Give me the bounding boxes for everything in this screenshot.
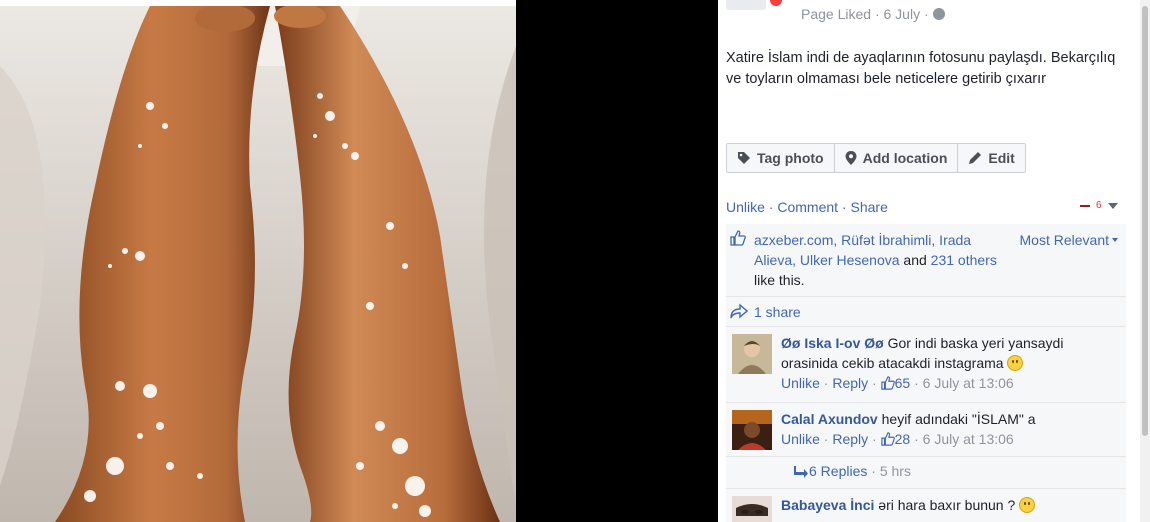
likes-and-text: and [899, 252, 931, 268]
replies-time: 5 hrs [879, 463, 911, 479]
reply-arrow-icon [794, 466, 808, 478]
pencil-icon [969, 152, 982, 164]
comment-unlike-link[interactable]: Unlike [781, 375, 820, 391]
scrollbar[interactable] [1140, 0, 1150, 522]
commenter-avatar[interactable] [732, 496, 772, 522]
add-location-label: Add location [862, 150, 948, 166]
replies-separator: · [867, 463, 880, 479]
thumbs-up-icon [880, 376, 895, 390]
separator: · [838, 199, 851, 215]
commenter-avatar[interactable] [732, 334, 772, 374]
comment-meta: Unlike · Reply · 28 · 6 July at 13:06 [781, 431, 1014, 447]
add-location-button[interactable]: Add location [835, 144, 959, 172]
comment-likes[interactable]: 65 [880, 375, 911, 391]
comment-likes-count: 65 [894, 375, 911, 391]
unlike-link[interactable]: Unlike [726, 199, 765, 215]
replies-count: 6 Replies [809, 463, 868, 479]
post-options-menu[interactable]: 6 [1080, 200, 1118, 211]
notif-count: 6 [1096, 200, 1102, 211]
thumbs-up-icon [730, 230, 746, 246]
comment-sort-dropdown[interactable]: Most Relevant [1020, 230, 1118, 250]
photo-viewer [0, 0, 718, 522]
comment-likes-count: 28 [894, 431, 911, 447]
share-icon [730, 303, 748, 319]
comment-item: Calal Axundov heyif adındaki "İSLAM" a U… [726, 403, 1126, 457]
post-meta-text: Page Liked · 6 July · [801, 6, 929, 22]
comment-meta: Unlike · Reply · 65 · 6 July at 13:06 [781, 375, 1014, 391]
tag-photo-label: Tag photo [757, 150, 824, 166]
smiley-emoji-icon [1019, 497, 1036, 513]
comment-link[interactable]: Comment [777, 199, 838, 215]
comment-text: əri hara baxır bunun ? [874, 497, 1020, 513]
avatar-image [732, 334, 772, 374]
separator: · [764, 199, 778, 215]
view-replies-link[interactable]: 6 Replies · 5 hrs [726, 457, 1126, 489]
commenter-name[interactable]: Babayeva İnci [781, 497, 874, 513]
likes-summary: azxeber.com, Rüfət İbrahimli, Irada Alie… [726, 224, 1126, 297]
edit-button[interactable]: Edit [958, 144, 1024, 172]
edit-label: Edit [988, 150, 1015, 166]
share-link[interactable]: Share [851, 199, 888, 215]
tag-icon [738, 152, 750, 164]
shares-count: 1 share [754, 304, 801, 320]
shares-row[interactable]: 1 share [726, 297, 1126, 327]
commenter-avatar[interactable] [732, 410, 772, 450]
comment-time[interactable]: 6 July at 13:06 [923, 375, 1014, 391]
avatar-image [732, 410, 772, 450]
smiley-emoji-icon [1007, 355, 1024, 371]
comment-likes[interactable]: 28 [880, 431, 911, 447]
comment-sort-label: Most Relevant [1019, 232, 1109, 248]
feedback-box: azxeber.com, Rüfət İbrahimli, Irada Alie… [726, 224, 1126, 522]
commenter-name[interactable]: Calal Axundov [781, 411, 878, 427]
comment-time[interactable]: 6 July at 13:06 [923, 431, 1014, 447]
comment-reply-link[interactable]: Reply [832, 431, 868, 447]
photo-action-bar: Tag photo Add location Edit [726, 143, 1026, 173]
comment-reply-link[interactable]: Reply [832, 375, 868, 391]
notif-bar [1080, 204, 1090, 207]
commenter-name[interactable]: Øø Iska I-ov Øø [781, 335, 884, 351]
location-pin-icon [845, 151, 857, 165]
chevron-down-icon [1107, 202, 1118, 209]
comment-item: Babayeva İnci əri hara baxır bunun ? [726, 489, 1126, 522]
caret-down-icon [1112, 238, 1118, 242]
post-meta: Page Liked · 6 July · [801, 6, 945, 22]
photo-side-panel: Page Liked · 6 July · Xatire İslam indi … [718, 0, 1150, 522]
comment-unlike-link[interactable]: Unlike [781, 431, 820, 447]
globe-icon [932, 8, 945, 20]
notification-dot [770, 0, 782, 6]
comment-item: Øø Iska I-ov Øø Gor indi baska yeri yans… [726, 327, 1126, 403]
thumbs-up-icon [880, 432, 895, 446]
page-avatar[interactable] [726, 0, 766, 10]
tag-photo-button[interactable]: Tag photo [727, 144, 835, 172]
post-photo[interactable] [0, 6, 516, 522]
avatar-image [732, 496, 772, 522]
likes-others-link[interactable]: 231 others [931, 252, 997, 268]
photo-image [0, 6, 516, 522]
post-caption: Xatire İslam indi de ayaqlarının fotosun… [726, 50, 1116, 87]
post-actions: Unlike · Comment · Share [726, 199, 888, 215]
comment-text: heyif adındaki "İSLAM" a [877, 411, 1036, 427]
scrollbar-thumb[interactable] [1142, 6, 1148, 436]
likes-suffix: like this. [754, 272, 805, 288]
